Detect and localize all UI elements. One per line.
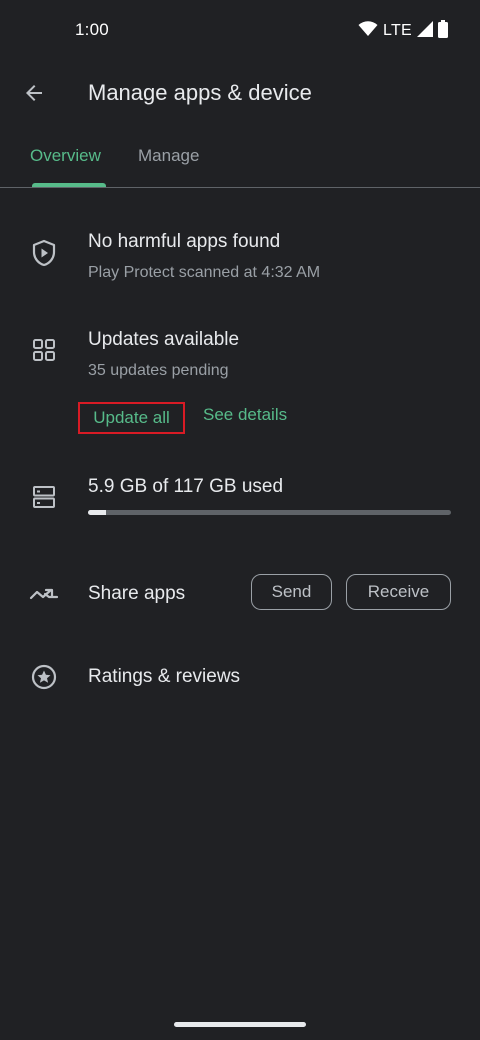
back-button[interactable] bbox=[14, 75, 54, 115]
tab-manage[interactable]: Manage bbox=[138, 146, 199, 166]
send-button[interactable]: Send bbox=[251, 574, 332, 610]
share-apps-icon bbox=[28, 578, 60, 610]
wifi-icon bbox=[358, 20, 378, 42]
network-type: LTE bbox=[382, 22, 412, 39]
shield-play-icon bbox=[28, 237, 60, 269]
storage-label: 5.9 GB of 117 GB used bbox=[88, 476, 284, 497]
home-indicator[interactable] bbox=[174, 1022, 306, 1027]
tabs-divider bbox=[0, 187, 480, 188]
arrow-back-icon bbox=[22, 81, 46, 110]
page-title: Manage apps & device bbox=[88, 80, 312, 105]
storage-icon bbox=[28, 481, 60, 513]
updates-title: Updates available bbox=[88, 329, 240, 350]
share-apps-title: Share apps bbox=[88, 583, 186, 604]
tab-overview[interactable]: Overview bbox=[30, 146, 101, 166]
see-details-button[interactable]: See details bbox=[203, 405, 287, 425]
protect-subtitle: Play Protect scanned at 4:32 AM bbox=[88, 264, 321, 281]
receive-button[interactable]: Receive bbox=[346, 574, 451, 610]
cell-signal-icon bbox=[417, 20, 433, 42]
protect-title: No harmful apps found bbox=[88, 231, 281, 252]
storage-progress-fill bbox=[88, 510, 107, 515]
update-all-button[interactable]: Update all bbox=[78, 402, 185, 434]
storage-progress-bar bbox=[88, 510, 451, 515]
status-time: 1:00 bbox=[75, 20, 109, 39]
apps-grid-icon bbox=[28, 334, 60, 366]
battery-icon bbox=[438, 19, 448, 43]
star-circle-icon bbox=[28, 661, 60, 693]
updates-subtitle: 35 updates pending bbox=[88, 362, 229, 379]
status-icons: LTE bbox=[358, 19, 448, 43]
ratings-reviews-link[interactable]: Ratings & reviews bbox=[88, 666, 240, 688]
